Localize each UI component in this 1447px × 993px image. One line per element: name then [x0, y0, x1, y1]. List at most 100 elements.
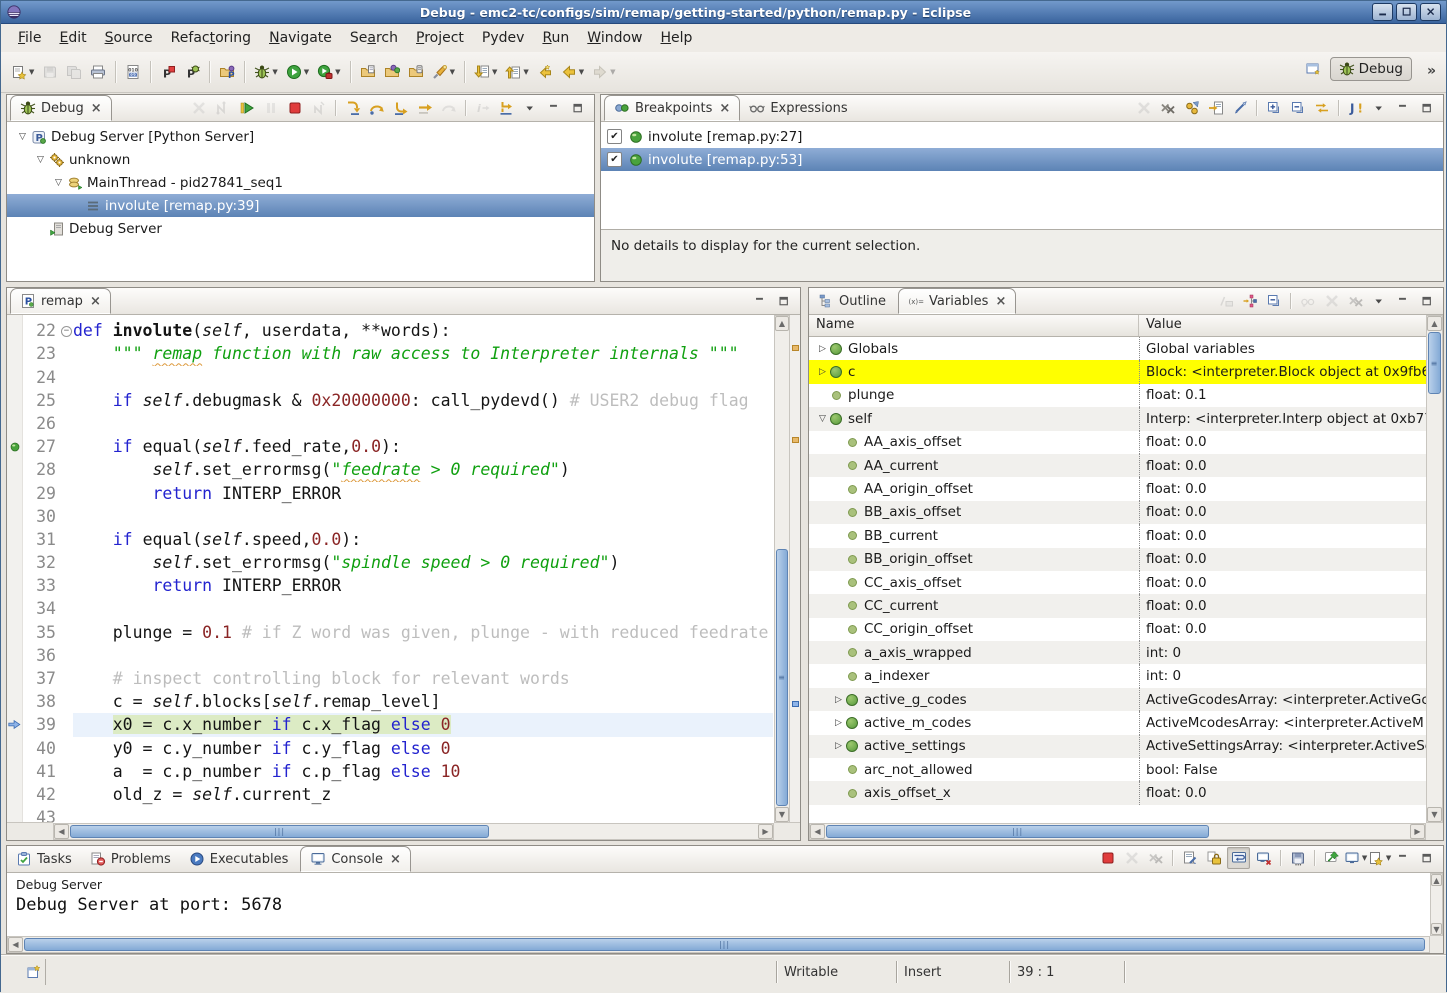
code-line[interactable]: 25 if self.debugmask & 0x20000000: call_… [7, 389, 773, 412]
debug-perspective-button[interactable]: Debug [1330, 57, 1412, 81]
code-line[interactable]: 23 """ remap function with raw access to… [7, 342, 773, 365]
variable-row[interactable]: AA_currentfloat: 0.0 [809, 454, 1426, 477]
maximize-view-button[interactable] [1417, 98, 1438, 118]
pin-console-button[interactable] [1321, 848, 1342, 868]
variable-name-cell[interactable]: CC_current [809, 594, 1139, 617]
minimize-view-button[interactable] [750, 291, 771, 311]
variable-row[interactable]: ▷active_settingsActiveSettingsArray: <in… [809, 735, 1426, 758]
tree-expander-icon[interactable]: ▽ [815, 414, 830, 424]
variable-name-cell[interactable]: plunge [809, 384, 1139, 407]
open-plugin-artifact-button[interactable] [380, 59, 404, 85]
variable-row[interactable]: ▷active_m_codesActiveMcodesArray: <inter… [809, 711, 1426, 734]
variable-value-cell[interactable]: float: 0.0 [1139, 501, 1426, 524]
menu-refactoring[interactable]: Refactoring [162, 27, 260, 49]
code-text[interactable]: x0 = c.x_number if c.x_flag else 0 [73, 713, 773, 736]
menu-run[interactable]: Run [533, 27, 578, 49]
go-to-file-button[interactable] [1205, 98, 1226, 118]
annotation-gutter[interactable] [7, 458, 23, 481]
next-annotation-button[interactable]: ▼ [470, 59, 501, 85]
open-console-button[interactable]: ▼ [1369, 848, 1390, 868]
tab-remap-editor[interactable]: P remap × [10, 288, 111, 314]
add-java-exception-button[interactable]: J! [1345, 98, 1366, 118]
code-line[interactable]: 43 [7, 806, 773, 823]
annotation-gutter[interactable] [7, 737, 23, 760]
variable-name-cell[interactable]: ▽self [809, 407, 1139, 430]
maximize-window-button[interactable] [1396, 3, 1417, 21]
variable-value-cell[interactable]: Global variables [1139, 337, 1426, 360]
variable-name-cell[interactable]: CC_origin_offset [809, 618, 1139, 641]
console-output[interactable]: Debug Server at port: 5678 [7, 893, 1430, 915]
code-line[interactable]: 32 self.set_errormsg("spindle speed > 0 … [7, 551, 773, 574]
debug-tree-item[interactable]: ▽unknown [7, 148, 594, 171]
remove-all-button[interactable] [1345, 291, 1366, 311]
disconnect-button[interactable] [308, 98, 329, 118]
view-menu-button[interactable] [1369, 291, 1390, 311]
show-supported-breakpoints-button[interactable] [1181, 98, 1202, 118]
breakpoint-marker[interactable] [7, 435, 23, 458]
open-task-button[interactable] [404, 59, 428, 85]
column-name[interactable]: Name [809, 315, 1139, 336]
save-output-button[interactable] [1287, 848, 1308, 868]
variable-name-cell[interactable]: ▷active_settings [809, 735, 1139, 758]
instruction-pointer-marker[interactable] [7, 713, 23, 736]
maximize-view-button[interactable] [774, 291, 795, 311]
variable-row[interactable]: CC_axis_offsetfloat: 0.0 [809, 571, 1426, 594]
save-button[interactable] [38, 59, 62, 85]
variable-row[interactable]: CC_currentfloat: 0.0 [809, 594, 1426, 617]
minimize-view-button[interactable] [1393, 848, 1414, 868]
editor-horizontal-scrollbar[interactable]: ◀ ||| ▶ [53, 823, 774, 840]
annotation-gutter[interactable] [7, 597, 23, 620]
close-icon[interactable]: × [90, 294, 101, 309]
remove-all-button[interactable] [1145, 848, 1166, 868]
variable-row[interactable]: a_indexerint: 0 [809, 664, 1426, 687]
fold-gutter[interactable]: − [60, 319, 73, 342]
code-text[interactable]: def involute(self, userdata, **words): [73, 319, 773, 342]
code-line[interactable]: 28 self.set_errormsg("feedrate > 0 requi… [7, 458, 773, 481]
watch-expression-button[interactable] [1297, 291, 1318, 311]
display-console-button[interactable]: ▼ [1345, 848, 1366, 868]
code-text[interactable]: self.set_errormsg("feedrate > 0 required… [73, 458, 773, 481]
variable-name-cell[interactable]: AA_axis_offset [809, 431, 1139, 454]
code-line[interactable]: 34 [7, 597, 773, 620]
code-line[interactable]: 36 [7, 644, 773, 667]
variable-row[interactable]: ▷cBlock: <interpreter.Block object at 0x… [809, 360, 1426, 383]
variable-value-cell[interactable]: float: 0.0 [1139, 571, 1426, 594]
annotation-gutter[interactable] [7, 342, 23, 365]
editor-vertical-scrollbar[interactable]: ▲ ≡ ▼ [774, 315, 790, 823]
expand-all-button[interactable] [1263, 98, 1284, 118]
menu-pydev[interactable]: Pydev [473, 27, 534, 49]
annotation-gutter[interactable] [7, 482, 23, 505]
close-icon[interactable]: × [995, 294, 1006, 309]
run-launch-button[interactable]: ▼ [282, 59, 313, 85]
instruction-pointer-button[interactable]: i [472, 98, 493, 118]
variable-value-cell[interactable]: float: 0.0 [1139, 548, 1426, 571]
code-line[interactable]: 27 if equal(self.feed_rate,0.0): [7, 435, 773, 458]
fast-view-button[interactable] [23, 962, 44, 982]
step-over-button[interactable] [366, 98, 387, 118]
code-text[interactable]: plunge = 0.1 # if Z word was given, plun… [73, 621, 773, 644]
new-wizard-button[interactable]: ▼ [7, 59, 38, 85]
tree-expander-icon[interactable]: ▽ [51, 178, 66, 188]
connect-button[interactable] [212, 98, 233, 118]
tree-expander-icon[interactable]: ▷ [831, 695, 846, 705]
variable-row[interactable]: ▷GlobalsGlobal variables [809, 337, 1426, 360]
tab-executables[interactable]: Executables [180, 846, 298, 872]
variables-vertical-scrollbar[interactable]: ▲ ≡ ▼ [1426, 315, 1443, 823]
variable-value-cell[interactable]: Block: <interpreter.Block object at 0x9f… [1139, 360, 1426, 383]
tab-outline[interactable]: Outline [809, 288, 895, 314]
toolbar-overflow-chevron[interactable]: » [1427, 63, 1436, 79]
run-to-line-button[interactable] [414, 98, 435, 118]
variable-row[interactable]: plungefloat: 0.1 [809, 384, 1426, 407]
variable-value-cell[interactable]: float: 0.0 [1139, 477, 1426, 500]
resume-button[interactable] [236, 98, 257, 118]
code-line[interactable]: 42 old_z = self.current_z [7, 783, 773, 806]
code-line[interactable]: 37 # inspect controlling block for relev… [7, 667, 773, 690]
step-into-button[interactable] [342, 98, 363, 118]
pydev-debug-button[interactable]: P [180, 59, 204, 85]
skip-all-breakpoints-button[interactable] [1229, 98, 1250, 118]
code-text[interactable]: if equal(self.feed_rate,0.0): [73, 435, 773, 458]
suspend-button[interactable] [260, 98, 281, 118]
annotation-gutter[interactable] [7, 528, 23, 551]
variable-name-cell[interactable]: ▷active_g_codes [809, 688, 1139, 711]
binary-file-button[interactable]: 010010 [121, 59, 145, 85]
